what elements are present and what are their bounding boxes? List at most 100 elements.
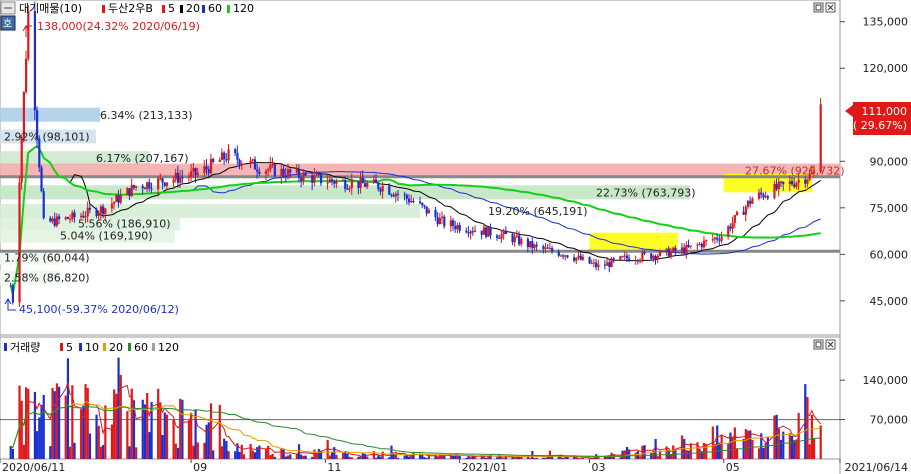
- volume-maximize-button[interactable]: [813, 339, 824, 350]
- candle-body: [608, 262, 611, 268]
- candle-body: [788, 181, 791, 184]
- x-tick-label: 2021/06/14: [845, 461, 908, 474]
- candle-body: [315, 174, 318, 176]
- candle-body: [187, 176, 191, 178]
- candle-body: [480, 230, 483, 235]
- candle-body: [282, 168, 285, 176]
- volume-bar: [53, 391, 56, 459]
- candle-body: [711, 239, 714, 241]
- volume-bar: [764, 442, 767, 459]
- volume-bar: [812, 438, 816, 459]
- volume-bar: [581, 457, 585, 459]
- candle-body: [300, 177, 303, 181]
- candle-body: [64, 217, 67, 220]
- candle-body: [69, 218, 72, 220]
- volume-bar: [687, 450, 690, 459]
- volume-bar: [377, 455, 380, 459]
- volume-tick-label: 140,000: [863, 374, 909, 387]
- candle-body: [190, 171, 193, 177]
- volume-bar: [51, 387, 54, 459]
- candle-body: [40, 167, 43, 192]
- candle-body: [760, 192, 763, 195]
- volume-bar: [775, 414, 778, 459]
- candle-body: [680, 247, 684, 252]
- candle-body: [271, 164, 274, 166]
- volume-bar: [218, 404, 221, 459]
- volume-bar: [790, 435, 794, 459]
- candle-body: [471, 231, 475, 233]
- candle-body: [498, 237, 501, 239]
- candle-body: [117, 195, 120, 203]
- candle-body: [438, 218, 442, 225]
- volume-bar: [350, 457, 353, 459]
- candle-body: [146, 182, 149, 189]
- legend-item-ma120: 120: [233, 2, 254, 15]
- candle-body: [496, 235, 499, 238]
- x-tick-label: 11: [327, 461, 341, 474]
- x-tick-label: 03: [591, 461, 605, 474]
- volume-bar: [346, 453, 349, 459]
- price-tick-label: 120,000: [863, 62, 909, 75]
- candle-body: [58, 216, 61, 220]
- candle-body: [412, 200, 415, 202]
- candle-body: [20, 137, 23, 183]
- candle-body: [218, 160, 221, 162]
- candle-body: [348, 188, 351, 190]
- candle-body: [559, 255, 563, 257]
- volume-bar: [146, 393, 149, 459]
- candle-body: [104, 208, 107, 215]
- candle-body: [672, 247, 675, 252]
- volume-bar: [289, 454, 292, 459]
- current-change: ( 29.67%): [853, 119, 907, 132]
- volume-bar: [220, 446, 224, 459]
- candle-body: [742, 211, 745, 215]
- candle-body: [251, 159, 254, 161]
- legend-item-ma5: 5: [168, 2, 175, 15]
- supply-zone-label: 6.17% (207,167): [96, 152, 189, 165]
- volume-bar: [474, 456, 477, 459]
- volume-bar: [11, 448, 15, 459]
- volume-bar: [128, 446, 131, 459]
- candle-body: [192, 168, 195, 172]
- candle-body: [159, 178, 162, 180]
- volume-bar: [49, 446, 52, 459]
- candle-body: [209, 158, 213, 174]
- vol-legend-ma5: 5: [66, 341, 73, 354]
- volume-bar: [174, 443, 177, 459]
- candle-body: [551, 248, 554, 252]
- volume-bar: [533, 457, 536, 459]
- candle-body: [304, 173, 307, 176]
- candle-body: [733, 215, 736, 223]
- volume-bar: [496, 457, 499, 459]
- candle-body: [687, 244, 690, 247]
- candle-body: [379, 188, 382, 192]
- candle-body: [403, 194, 406, 196]
- candle-body: [718, 239, 721, 241]
- volume-bar: [282, 449, 285, 459]
- volume-bar: [69, 446, 72, 459]
- volume-bar: [234, 451, 237, 459]
- candle-body: [590, 262, 593, 264]
- candle-body: [203, 166, 206, 173]
- candle-body: [328, 179, 331, 183]
- volume-bar: [161, 435, 164, 459]
- candle-body: [603, 264, 607, 266]
- candle-body: [520, 238, 523, 245]
- candle-body: [775, 183, 778, 190]
- candle-body: [485, 227, 488, 237]
- candle-body: [773, 183, 776, 199]
- legend-item-ma20: 20: [186, 2, 200, 15]
- volume-bar: [548, 450, 552, 459]
- candle-body: [11, 285, 15, 303]
- candle-body: [194, 168, 197, 175]
- maximize-button[interactable]: [813, 2, 824, 13]
- candle-body: [289, 169, 292, 173]
- candle-body: [225, 159, 228, 161]
- volume-bar: [284, 456, 287, 459]
- volume-bar: [502, 457, 505, 459]
- volume-bar: [328, 455, 331, 459]
- volume-bar: [421, 454, 424, 459]
- volume-bar: [165, 414, 169, 459]
- candle-body: [566, 255, 569, 258]
- volume-bar: [526, 457, 530, 459]
